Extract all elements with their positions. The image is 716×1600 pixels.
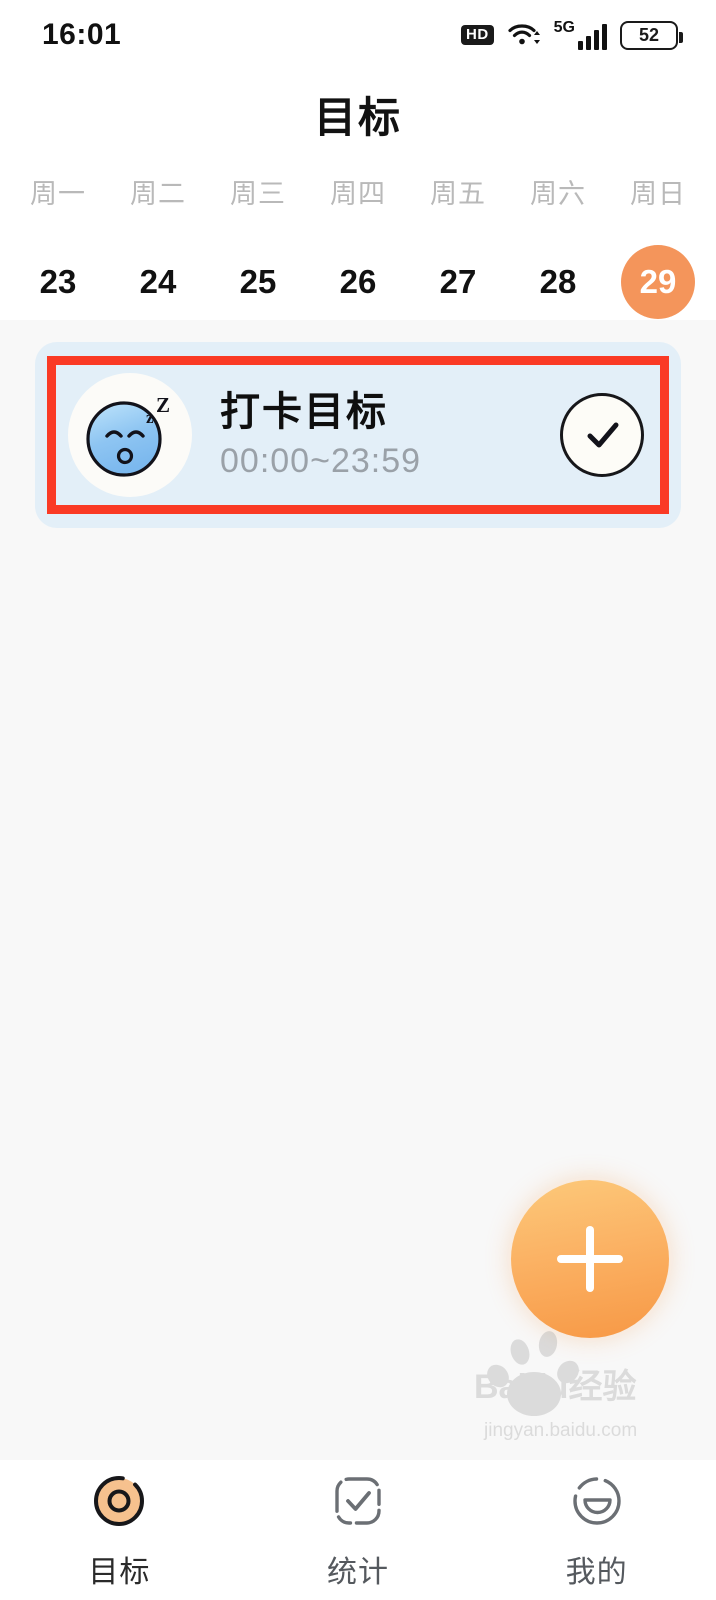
status-time: 16:01 — [42, 18, 122, 51]
status-icon-group: HD 5G 52 — [460, 20, 683, 50]
watermark-url: jingyan.baidu.com — [483, 1420, 637, 1441]
svg-text:z: z — [146, 408, 154, 427]
date-cell[interactable]: 24 — [121, 245, 195, 319]
week-strip: 周一 23 周二 24 周三 25 周四 26 周五 27 周六 28 周日 2… — [0, 158, 716, 320]
week-day-1[interactable]: 周二 24 — [108, 158, 208, 319]
battery-level-label: 52 — [638, 25, 660, 45]
nav-item-statistics[interactable]: 统计 — [239, 1470, 478, 1591]
page-title: 目标 — [313, 93, 402, 141]
weekday-label: 周六 — [530, 179, 586, 209]
baidu-watermark: Baidu经验 jingyan.baidu.com — [474, 1331, 637, 1441]
date-label: 29 — [639, 263, 677, 300]
weekday-label: 周四 — [330, 179, 386, 209]
date-cell[interactable]: 23 — [21, 245, 95, 319]
weekday-label: 周五 — [430, 179, 486, 209]
smiley-face-icon — [566, 1470, 628, 1537]
status-bar: 16:01 HD 5G 52 — [0, 0, 716, 70]
task-text-block: 打卡目标 00:00~23:59 — [198, 389, 554, 481]
svg-text:Z: Z — [156, 393, 170, 417]
weekday-label: 周日 — [630, 179, 686, 209]
phone-screen: 16:01 HD 5G 52 目标 周一 23 周二 24 周三 25 周四 2… — [0, 0, 716, 1600]
date-label: 24 — [139, 263, 177, 300]
plus-icon-vertical — [586, 1226, 594, 1292]
date-cell[interactable]: 26 — [321, 245, 395, 319]
week-day-0[interactable]: 周一 23 — [8, 158, 108, 319]
task-complete-button[interactable] — [554, 393, 650, 477]
cellular-signal-icon: 5G — [554, 20, 607, 50]
nav-item-goals[interactable]: 目标 — [0, 1470, 239, 1591]
red-highlight-box: z Z 打卡目标 00:00~23:59 — [47, 356, 669, 514]
check-circle-icon[interactable] — [560, 393, 644, 477]
add-goal-fab[interactable] — [511, 1180, 669, 1338]
nav-label-mine: 我的 — [565, 1555, 628, 1589]
date-cell[interactable]: 25 — [221, 245, 295, 319]
weekday-label: 周二 — [130, 179, 186, 209]
wifi-icon — [507, 21, 541, 49]
nav-label-goals: 目标 — [88, 1555, 151, 1589]
date-label: 28 — [539, 263, 577, 300]
watermark-brand: Baidu经验 — [474, 1367, 636, 1406]
week-day-6-selected[interactable]: 周日 29 — [608, 158, 708, 319]
battery-icon: 52 — [620, 20, 683, 50]
date-label: 27 — [439, 263, 477, 300]
bottom-nav-bar: 目标 统计 我的 — [0, 1460, 716, 1600]
hd-badge-icon: HD — [460, 25, 494, 45]
week-day-2[interactable]: 周三 25 — [208, 158, 308, 319]
date-label: 25 — [239, 263, 277, 300]
task-time-range: 00:00~23:59 — [220, 442, 422, 480]
app-header: 目标 — [0, 70, 716, 158]
weekday-label: 周三 — [230, 179, 286, 209]
task-row[interactable]: z Z 打卡目标 00:00~23:59 — [56, 369, 660, 501]
target-icon — [88, 1470, 150, 1537]
date-label: 26 — [339, 263, 377, 300]
task-card[interactable]: z Z 打卡目标 00:00~23:59 — [35, 342, 681, 528]
nav-label-statistics: 统计 — [327, 1555, 389, 1589]
date-cell[interactable]: 27 — [421, 245, 495, 319]
date-cell[interactable]: 28 — [521, 245, 595, 319]
date-cell-selected[interactable]: 29 — [621, 245, 695, 319]
nav-item-mine[interactable]: 我的 — [477, 1470, 716, 1591]
week-day-5[interactable]: 周六 28 — [508, 158, 608, 319]
date-label: 23 — [39, 263, 77, 300]
signal-bars-icon — [578, 24, 607, 50]
sleeping-face-icon: z Z — [62, 367, 198, 503]
network-type-label: 5G — [553, 19, 575, 36]
task-title: 打卡目标 — [220, 390, 388, 434]
main-content: z Z 打卡目标 00:00~23:59 Baidu经验 jingyan.bai… — [0, 320, 716, 1460]
week-day-3[interactable]: 周四 26 — [308, 158, 408, 319]
checklist-square-icon — [327, 1470, 389, 1537]
weekday-label: 周一 — [30, 179, 86, 209]
week-day-4[interactable]: 周五 27 — [408, 158, 508, 319]
